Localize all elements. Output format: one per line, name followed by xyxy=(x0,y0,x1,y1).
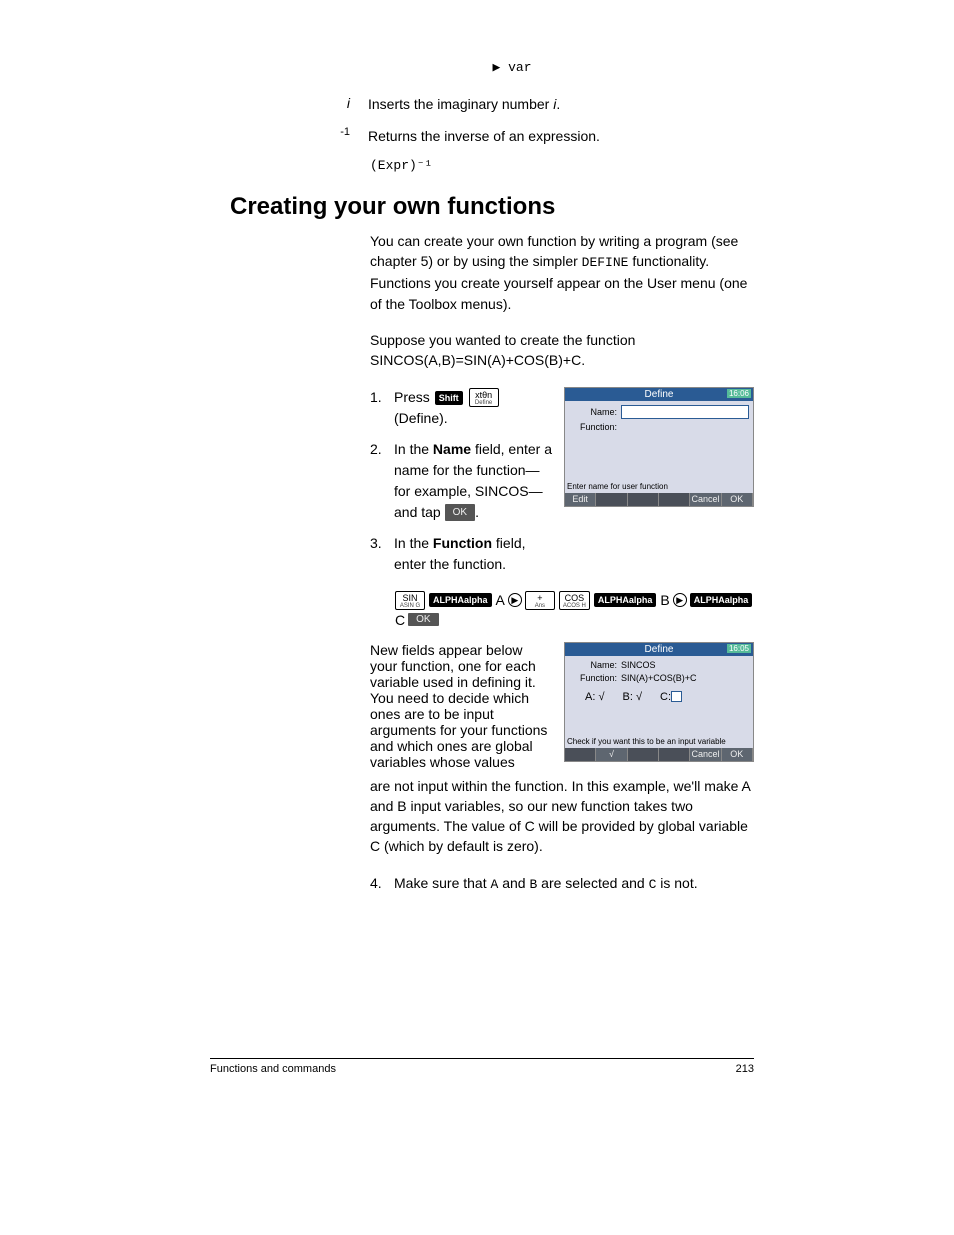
i-text-a: Inserts the imaginary number xyxy=(368,96,553,112)
step2-b: Name xyxy=(433,441,471,457)
calc1-name-label: Name: xyxy=(569,407,621,417)
step4-d: is not. xyxy=(656,875,697,891)
char-C: C xyxy=(395,612,405,628)
step2-a: In the xyxy=(394,441,433,457)
i-text: Inserts the imaginary number i. xyxy=(368,95,754,115)
calc2-func-label: Function: xyxy=(569,673,621,683)
calc2-footer: √ Cancel OK xyxy=(565,748,753,761)
step-3: In the Function field, enter the functio… xyxy=(370,533,552,575)
paragraph-2: Suppose you wanted to create the functio… xyxy=(370,330,754,371)
calc2-ok-btn: OK xyxy=(722,748,753,761)
calc1-edit-btn: Edit xyxy=(565,493,596,506)
calc1-header: Define 16:06 xyxy=(565,388,753,401)
calc2-cancel-btn: Cancel xyxy=(690,748,721,761)
paragraph-1: You can create your own function by writ… xyxy=(370,231,754,314)
calc2-var-C: C: xyxy=(660,691,682,703)
calc1-footer: Edit Cancel OK xyxy=(565,493,753,506)
plus-key-icon: +Ans xyxy=(525,591,555,610)
char-A: A xyxy=(496,592,505,608)
checkbox-empty-icon xyxy=(671,691,682,702)
xtthetan-key-icon: xtθnDefine xyxy=(469,388,499,407)
calculator-screenshot-2: Define 16:05 Name: SINCOS Function: SIN(… xyxy=(564,642,754,762)
calc2-check-btn: √ xyxy=(596,748,627,761)
calc2-name-val: SINCOS xyxy=(621,660,749,670)
calc1-func-label: Function: xyxy=(569,422,621,432)
var-code-line: ▶ var xyxy=(210,60,754,75)
calc2-var-A: A: √ xyxy=(585,691,605,703)
i-row: i Inserts the imaginary number i. xyxy=(210,95,754,115)
calc2-func-val: SIN(A)+COS(B)+C xyxy=(621,673,749,683)
calc2-time: 16:05 xyxy=(727,644,751,653)
i-label: i xyxy=(210,95,368,115)
calc2-var-B: B: √ xyxy=(623,691,643,703)
inverse-label: -1 xyxy=(210,127,368,147)
shift-key-icon: Shift xyxy=(435,391,463,405)
calculator-screenshot-1: Define 16:06 Name: Function: Enter name … xyxy=(564,387,754,507)
step4-c: are selected and xyxy=(537,875,648,891)
step1-b: (Define). xyxy=(394,410,448,426)
inverse-text: Returns the inverse of an expression. xyxy=(368,127,754,147)
calc2-empty-btn xyxy=(659,748,690,761)
p1-code: DEFINE xyxy=(582,255,629,270)
alpha-key-icon: ALPHAalpha xyxy=(594,593,657,607)
calc1-empty-btn xyxy=(659,493,690,506)
step-1: Press Shift xtθnDefine (Define). xyxy=(370,387,552,429)
calc2-title: Define xyxy=(645,644,674,655)
calc1-empty-btn xyxy=(596,493,627,506)
step1-a: Press xyxy=(394,389,434,405)
step4-b: and xyxy=(498,875,529,891)
calc1-ok-btn: OK xyxy=(722,493,753,506)
char-B: B xyxy=(660,592,669,608)
step-2: In the Name field, enter a name for the … xyxy=(370,439,552,523)
step-4: Make sure that A and B are selected and … xyxy=(370,873,754,895)
calc1-title: Define xyxy=(645,389,674,400)
calc2-empty-btn xyxy=(628,748,659,761)
alpha-key-icon: ALPHAalpha xyxy=(690,593,753,607)
step3-b: Function xyxy=(433,535,492,551)
inverse-code: (Expr)⁻¹ xyxy=(370,158,754,173)
key-sequence: SINASIN G ALPHAalpha A ▶ +Ans COSACOS H … xyxy=(394,591,754,628)
right-arrow-icon: ▶ xyxy=(673,593,687,607)
step2-d: . xyxy=(475,504,479,520)
step3-a: In the xyxy=(394,535,433,551)
right-arrow-icon: ▶ xyxy=(508,593,522,607)
footer-left: Functions and commands xyxy=(210,1063,336,1075)
cos-key-icon: COSACOS H xyxy=(559,591,590,610)
calc1-name-input xyxy=(621,405,749,419)
ok-soft-button-icon: OK xyxy=(445,504,475,521)
calc1-empty-btn xyxy=(628,493,659,506)
alpha-key-icon: ALPHAalpha xyxy=(429,593,492,607)
page-footer: Functions and commands 213 xyxy=(210,1058,754,1075)
calc2-empty-btn xyxy=(565,748,596,761)
sin-key-icon: SINASIN G xyxy=(395,591,425,610)
new-fields-text: New fields appear below your function, o… xyxy=(370,642,550,770)
i-text-c: . xyxy=(556,96,560,112)
footer-page-number: 213 xyxy=(736,1063,754,1075)
calc2-name-label: Name: xyxy=(569,660,621,670)
inverse-row: -1 Returns the inverse of an expression. xyxy=(210,127,754,147)
step4-a: Make sure that xyxy=(394,875,491,891)
calc1-time: 16:06 xyxy=(727,389,751,398)
calc1-cancel-btn: Cancel xyxy=(690,493,721,506)
new-fields-cont: are not input within the function. In th… xyxy=(370,776,754,857)
calc1-hint: Enter name for user function xyxy=(567,482,668,491)
ok-soft-button-icon: OK xyxy=(408,613,438,626)
calc2-header: Define 16:05 xyxy=(565,643,753,656)
section-heading: Creating your own functions xyxy=(230,193,754,221)
calc2-hint: Check if you want this to be an input va… xyxy=(567,737,726,746)
